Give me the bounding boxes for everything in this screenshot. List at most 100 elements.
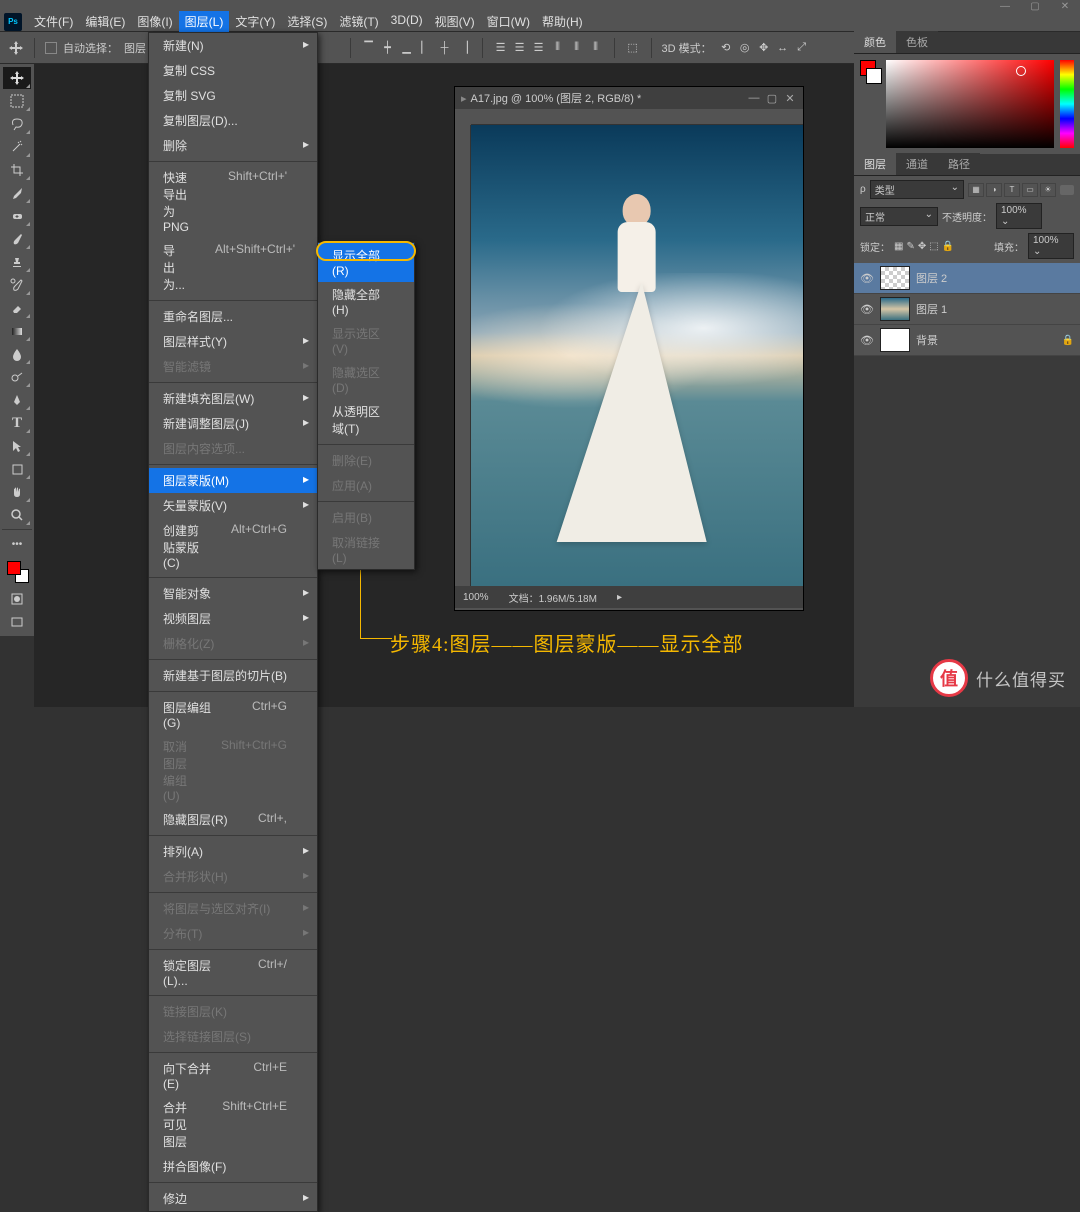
menu-entry[interactable]: 修边▸ (149, 1186, 317, 1211)
tab-paths[interactable]: 路径 (938, 153, 980, 175)
auto-select-checkbox[interactable] (45, 42, 57, 54)
menu-entry[interactable]: 导出为...Alt+Shift+Ctrl+' (149, 238, 317, 297)
dodge-tool[interactable] (3, 366, 31, 388)
menu-item-1[interactable]: 编辑(E) (79, 11, 131, 32)
tab-swatch[interactable]: 色板 (896, 31, 938, 53)
distribute-icon[interactable]: ☰ (493, 40, 509, 56)
eyedropper-tool[interactable] (3, 182, 31, 204)
align-hcenter-icon[interactable]: ┼ (437, 40, 453, 56)
menu-item-2[interactable]: 图像(I) (131, 11, 178, 32)
close-button[interactable]: ✕ (1050, 0, 1080, 12)
menu-item-4[interactable]: 文字(Y) (229, 11, 281, 32)
document-titlebar[interactable]: ▸ A17.jpg @ 100% (图层 2, RGB/8) * — ▢ ✕ (455, 87, 803, 109)
layer-filter-icon[interactable]: ☀ (1040, 183, 1056, 197)
distribute-icon[interactable]: ⦀ (550, 40, 566, 56)
tab-color[interactable]: 颜色 (854, 31, 896, 53)
layer-row[interactable]: 👁背景🔒 (854, 325, 1080, 356)
menu-entry[interactable]: 从透明区域(T) (318, 399, 414, 441)
opacity-input[interactable]: 100% ⌄ (996, 203, 1042, 229)
menu-entry[interactable]: 隐藏图层(R)Ctrl+, (149, 807, 317, 832)
menu-entry[interactable]: 合并可见图层Shift+Ctrl+E (149, 1095, 317, 1154)
visibility-icon[interactable]: 👁 (860, 303, 874, 316)
align-right-icon[interactable]: ▕ (456, 40, 472, 56)
menu-entry[interactable]: 向下合并(E)Ctrl+E (149, 1056, 317, 1095)
blend-mode-select[interactable]: 正常 ⌄ (860, 207, 938, 226)
visibility-icon[interactable]: 👁 (860, 272, 874, 285)
screenmode-icon[interactable] (3, 611, 31, 633)
tab-layers[interactable]: 图层 (854, 153, 896, 175)
color-field[interactable] (886, 60, 1054, 148)
minimize-button[interactable]: — (990, 0, 1020, 12)
menu-item-0[interactable]: 文件(F) (28, 11, 79, 32)
history-brush-tool[interactable] (3, 274, 31, 296)
menu-entry[interactable]: 新建基于图层的切片(B) (149, 663, 317, 688)
path-select-tool[interactable] (3, 435, 31, 457)
stamp-tool[interactable] (3, 251, 31, 273)
lasso-tool[interactable] (3, 113, 31, 135)
layer-filter-icon[interactable]: ▦ (968, 183, 984, 197)
tab-channels[interactable]: 通道 (896, 153, 938, 175)
align-vcenter-icon[interactable]: ┿ (380, 40, 396, 56)
status-arrow-icon[interactable]: ▸ (617, 592, 622, 603)
menu-entry[interactable]: 新建调整图层(J)▸ (149, 411, 317, 436)
menu-entry[interactable]: 图层编组(G)Ctrl+G (149, 695, 317, 734)
align-left-icon[interactable]: ▏ (418, 40, 434, 56)
menu-entry[interactable]: 图层样式(Y)▸ (149, 329, 317, 354)
menu-entry[interactable]: 图层蒙版(M)▸ (149, 468, 317, 493)
crop-tool[interactable] (3, 159, 31, 181)
edit-toolbar-icon[interactable]: ••• (3, 533, 31, 555)
zoom-level[interactable]: 100% (463, 592, 489, 603)
maximize-button[interactable]: ▢ (1020, 0, 1050, 12)
menu-entry[interactable]: 拼合图像(F) (149, 1154, 317, 1179)
distribute-icon[interactable]: ⦀ (569, 40, 585, 56)
3d-scale-icon[interactable]: ⤢ (794, 40, 810, 56)
menu-entry[interactable]: 智能对象▸ (149, 581, 317, 606)
layer-row[interactable]: 👁 图层 1 (854, 294, 1080, 325)
layer-thumbnail[interactable] (880, 266, 910, 290)
menu-entry[interactable]: 排列(A)▸ (149, 839, 317, 864)
layer-kind-select[interactable]: 类型 ⌄ (870, 180, 964, 199)
document-canvas[interactable] (471, 125, 803, 586)
type-tool[interactable]: T (3, 412, 31, 434)
lock-icon[interactable]: ⬚ (929, 241, 938, 252)
distribute-icon[interactable]: ☰ (512, 40, 528, 56)
ruler-horizontal[interactable] (471, 109, 803, 125)
layer-name[interactable]: 图层 2 (916, 270, 947, 286)
marquee-tool[interactable] (3, 90, 31, 112)
layer-filter-icon[interactable]: ▭ (1022, 183, 1038, 197)
blur-tool[interactable] (3, 343, 31, 365)
menu-entry[interactable]: 矢量蒙版(V)▸ (149, 493, 317, 518)
layer-filter-icon[interactable]: ◑ (986, 183, 1002, 197)
overlap-icon[interactable]: ⬚ (625, 40, 641, 56)
menu-entry[interactable]: 复制 CSS (149, 58, 317, 83)
layer-thumbnail[interactable] (880, 297, 910, 321)
menu-item-7[interactable]: 3D(D) (385, 11, 429, 32)
menu-item-6[interactable]: 滤镜(T) (333, 11, 384, 32)
heal-tool[interactable] (3, 205, 31, 227)
fill-input[interactable]: 100% ⌄ (1028, 233, 1074, 259)
menu-entry[interactable]: 快速导出为 PNGShift+Ctrl+' (149, 165, 317, 238)
brush-tool[interactable] (3, 228, 31, 250)
menu-entry[interactable]: 重命名图层... (149, 304, 317, 329)
document-window[interactable]: ▸ A17.jpg @ 100% (图层 2, RGB/8) * — ▢ ✕ 1… (454, 86, 804, 611)
3d-slide-icon[interactable]: ↔ (775, 40, 791, 56)
menu-item-5[interactable]: 选择(S) (281, 11, 333, 32)
menu-entry[interactable]: 显示全部(R) (318, 243, 414, 282)
wand-tool[interactable] (3, 136, 31, 158)
layer-name[interactable]: 图层 1 (916, 301, 947, 317)
menu-entry[interactable]: 删除▸ (149, 133, 317, 158)
lock-icon[interactable]: 🔒 (942, 241, 954, 252)
menu-entry[interactable]: 锁定图层(L)...Ctrl+/ (149, 953, 317, 992)
menu-item-3[interactable]: 图层(L) (179, 11, 230, 32)
quickmask-icon[interactable] (3, 588, 31, 610)
layer-filter-icon[interactable]: T (1004, 183, 1020, 197)
align-top-icon[interactable]: ▔ (361, 40, 377, 56)
distribute-icon[interactable]: ☰ (531, 40, 547, 56)
menu-entry[interactable]: 新建填充图层(W)▸ (149, 386, 317, 411)
menu-entry[interactable]: 隐藏全部(H) (318, 282, 414, 321)
eraser-tool[interactable] (3, 297, 31, 319)
hue-slider[interactable] (1060, 60, 1074, 148)
filter-toggle-icon[interactable] (1060, 185, 1074, 195)
lock-icon[interactable]: ▦ (894, 241, 903, 252)
layer-thumbnail[interactable] (880, 328, 910, 352)
